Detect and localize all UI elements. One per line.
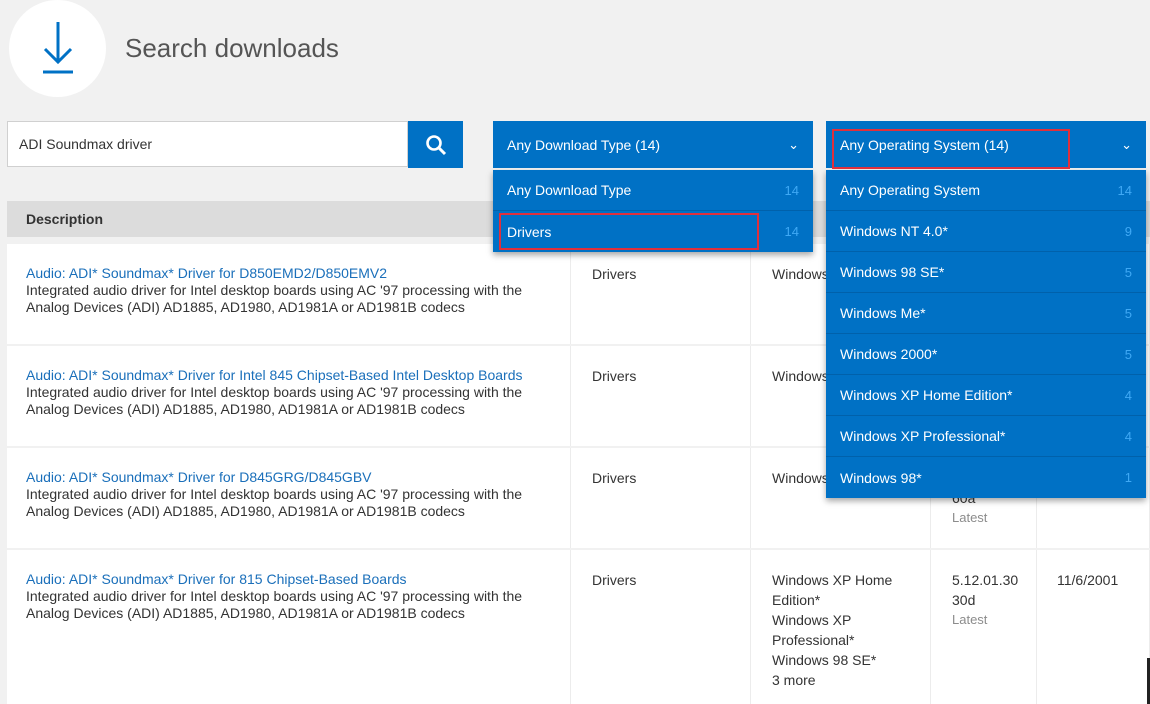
menu-item-windows-me[interactable]: Windows Me* 5 — [826, 293, 1146, 334]
menu-item-label: Windows 98 SE* — [840, 264, 945, 280]
menu-item-count: 14 — [784, 224, 799, 239]
menu-item-count: 5 — [1124, 346, 1132, 362]
os-line: Windows XP — [772, 612, 852, 628]
release-date: 11/6/2001 — [1057, 572, 1119, 588]
menu-item-windows-98-se[interactable]: Windows 98 SE* 5 — [826, 252, 1146, 293]
menu-item-label: Windows Me* — [840, 305, 926, 321]
download-type-menu: Any Download Type 14 Drivers 14 — [493, 170, 813, 252]
download-type-dropdown[interactable]: Any Download Type (14) ⌄ — [493, 121, 813, 168]
menu-item-windows-nt[interactable]: Windows NT 4.0* 9 — [826, 211, 1146, 252]
menu-item-windows-98[interactable]: Windows 98* 1 — [826, 457, 1146, 498]
os-line: Edition* — [772, 592, 821, 608]
download-description: Integrated audio driver for Intel deskto… — [26, 588, 523, 621]
menu-item-label: Windows XP Professional* — [840, 428, 1006, 444]
latest-label: Latest — [952, 612, 988, 627]
menu-item-label: Any Operating System — [840, 182, 981, 198]
menu-item-count: 14 — [1117, 182, 1132, 198]
menu-item-label: Windows XP Home Edition* — [840, 387, 1013, 403]
download-title-link[interactable]: Audio: ADI* Soundmax* Driver for 815 Chi… — [26, 570, 551, 588]
download-title-link[interactable]: Audio: ADI* Soundmax* Driver for D845GRG… — [26, 468, 551, 486]
os-line: Windows XP Home — [772, 572, 893, 588]
search-icon — [425, 134, 446, 155]
download-type: Drivers — [592, 368, 637, 384]
operating-system: Windows — [772, 266, 829, 282]
os-line: Windows 98 SE* — [772, 652, 877, 668]
operating-system: Windows — [772, 470, 829, 486]
operating-system: Windows — [772, 368, 829, 384]
menu-item-count: 4 — [1124, 428, 1132, 444]
download-title-link[interactable]: Audio: ADI* Soundmax* Driver for Intel 8… — [26, 366, 551, 384]
download-arrow-icon — [43, 22, 73, 74]
download-title-link[interactable]: Audio: ADI* Soundmax* Driver for D850EMD… — [26, 264, 551, 282]
menu-item-count: 5 — [1124, 305, 1132, 321]
menu-item-count: 5 — [1124, 264, 1132, 280]
menu-item-any-download-type[interactable]: Any Download Type 14 — [493, 170, 813, 211]
menu-item-label: Windows NT 4.0* — [840, 223, 948, 239]
download-type: Drivers — [592, 266, 637, 282]
latest-label: Latest — [952, 510, 988, 525]
os-line: Professional* — [772, 632, 855, 648]
chevron-down-icon: ⌄ — [788, 136, 799, 152]
menu-item-label: Windows 2000* — [840, 346, 938, 362]
menu-item-count: 1 — [1124, 470, 1132, 485]
operating-system-label: Any Operating System (14) — [840, 136, 1009, 153]
more-os-link[interactable]: 3 more — [772, 670, 909, 690]
menu-item-label: Drivers — [507, 223, 552, 240]
operating-system-menu: Any Operating System 14 Windows NT 4.0* … — [826, 170, 1146, 498]
download-badge — [9, 0, 106, 97]
menu-item-any-os[interactable]: Any Operating System 14 — [826, 170, 1146, 211]
menu-item-windows-xp-pro[interactable]: Windows XP Professional* 4 — [826, 416, 1146, 457]
search-input[interactable]: ADI Soundmax driver — [7, 121, 408, 167]
download-description: Integrated audio driver for Intel deskto… — [26, 486, 523, 519]
menu-item-label: Windows 98* — [840, 469, 922, 486]
version-number: 5.12.01.30 — [952, 572, 1019, 588]
download-description: Integrated audio driver for Intel deskto… — [26, 384, 523, 417]
chevron-down-icon: ⌄ — [1121, 136, 1132, 152]
download-type-label: Any Download Type (14) — [507, 136, 661, 153]
menu-item-windows-2000[interactable]: Windows 2000* 5 — [826, 334, 1146, 375]
menu-item-windows-xp-home[interactable]: Windows XP Home Edition* 4 — [826, 375, 1146, 416]
search-button[interactable] — [408, 121, 463, 168]
download-description: Integrated audio driver for Intel deskto… — [26, 282, 523, 315]
menu-item-count: 4 — [1124, 387, 1132, 403]
menu-item-label: Any Download Type — [507, 182, 632, 198]
table-row: Audio: ADI* Soundmax* Driver for 815 Chi… — [7, 550, 1150, 704]
download-type: Drivers — [592, 470, 637, 486]
page-title: Search downloads — [125, 33, 339, 63]
download-type: Drivers — [592, 572, 637, 588]
menu-item-count: 14 — [784, 182, 799, 198]
version-number: 30d — [952, 592, 976, 608]
menu-item-count: 9 — [1124, 223, 1132, 239]
operating-system-dropdown[interactable]: Any Operating System (14) ⌄ — [826, 121, 1146, 168]
menu-item-drivers[interactable]: Drivers 14 — [493, 211, 813, 252]
